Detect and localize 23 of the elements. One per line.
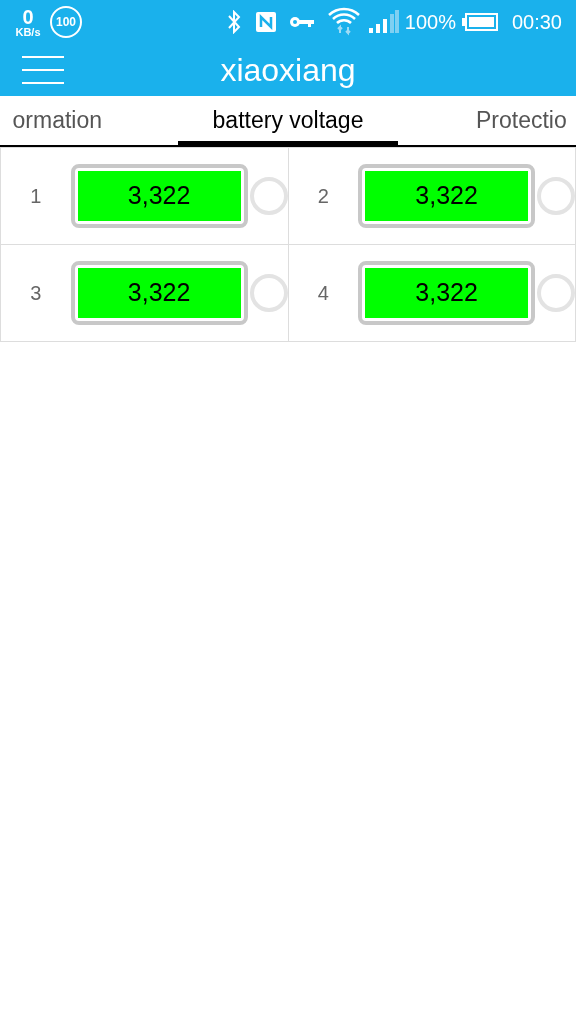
- battery-percent: 100%: [404, 10, 456, 35]
- notification-badge: 100: [50, 6, 82, 38]
- voltage-value: 3,322: [127, 180, 191, 212]
- cell-index: 1: [29, 184, 43, 209]
- tab[interactable]: battery voltage: [178, 96, 398, 145]
- key-icon: [288, 15, 315, 29]
- battery-icon: [461, 13, 498, 31]
- cell-index: 4: [316, 281, 330, 306]
- menu-icon[interactable]: [22, 55, 64, 85]
- cell-index: 2: [316, 184, 330, 209]
- voltage-value: 3,322: [415, 180, 478, 212]
- signal-icon: [368, 10, 399, 34]
- network-speed: 0: [22, 6, 34, 27]
- voltage-value: 3,322: [127, 277, 191, 309]
- speed-unit: KB/s: [15, 26, 41, 38]
- voltage-value: 3,322: [415, 277, 478, 309]
- bluetooth-icon: [226, 10, 241, 34]
- nfc-icon: [254, 11, 277, 33]
- cell-index: 3: [29, 281, 43, 306]
- tab[interactable]: Protectio: [398, 96, 576, 145]
- tab[interactable]: ormation: [0, 96, 178, 145]
- app-title: xiaoxiang: [220, 51, 356, 90]
- clock: 00:30: [511, 10, 562, 35]
